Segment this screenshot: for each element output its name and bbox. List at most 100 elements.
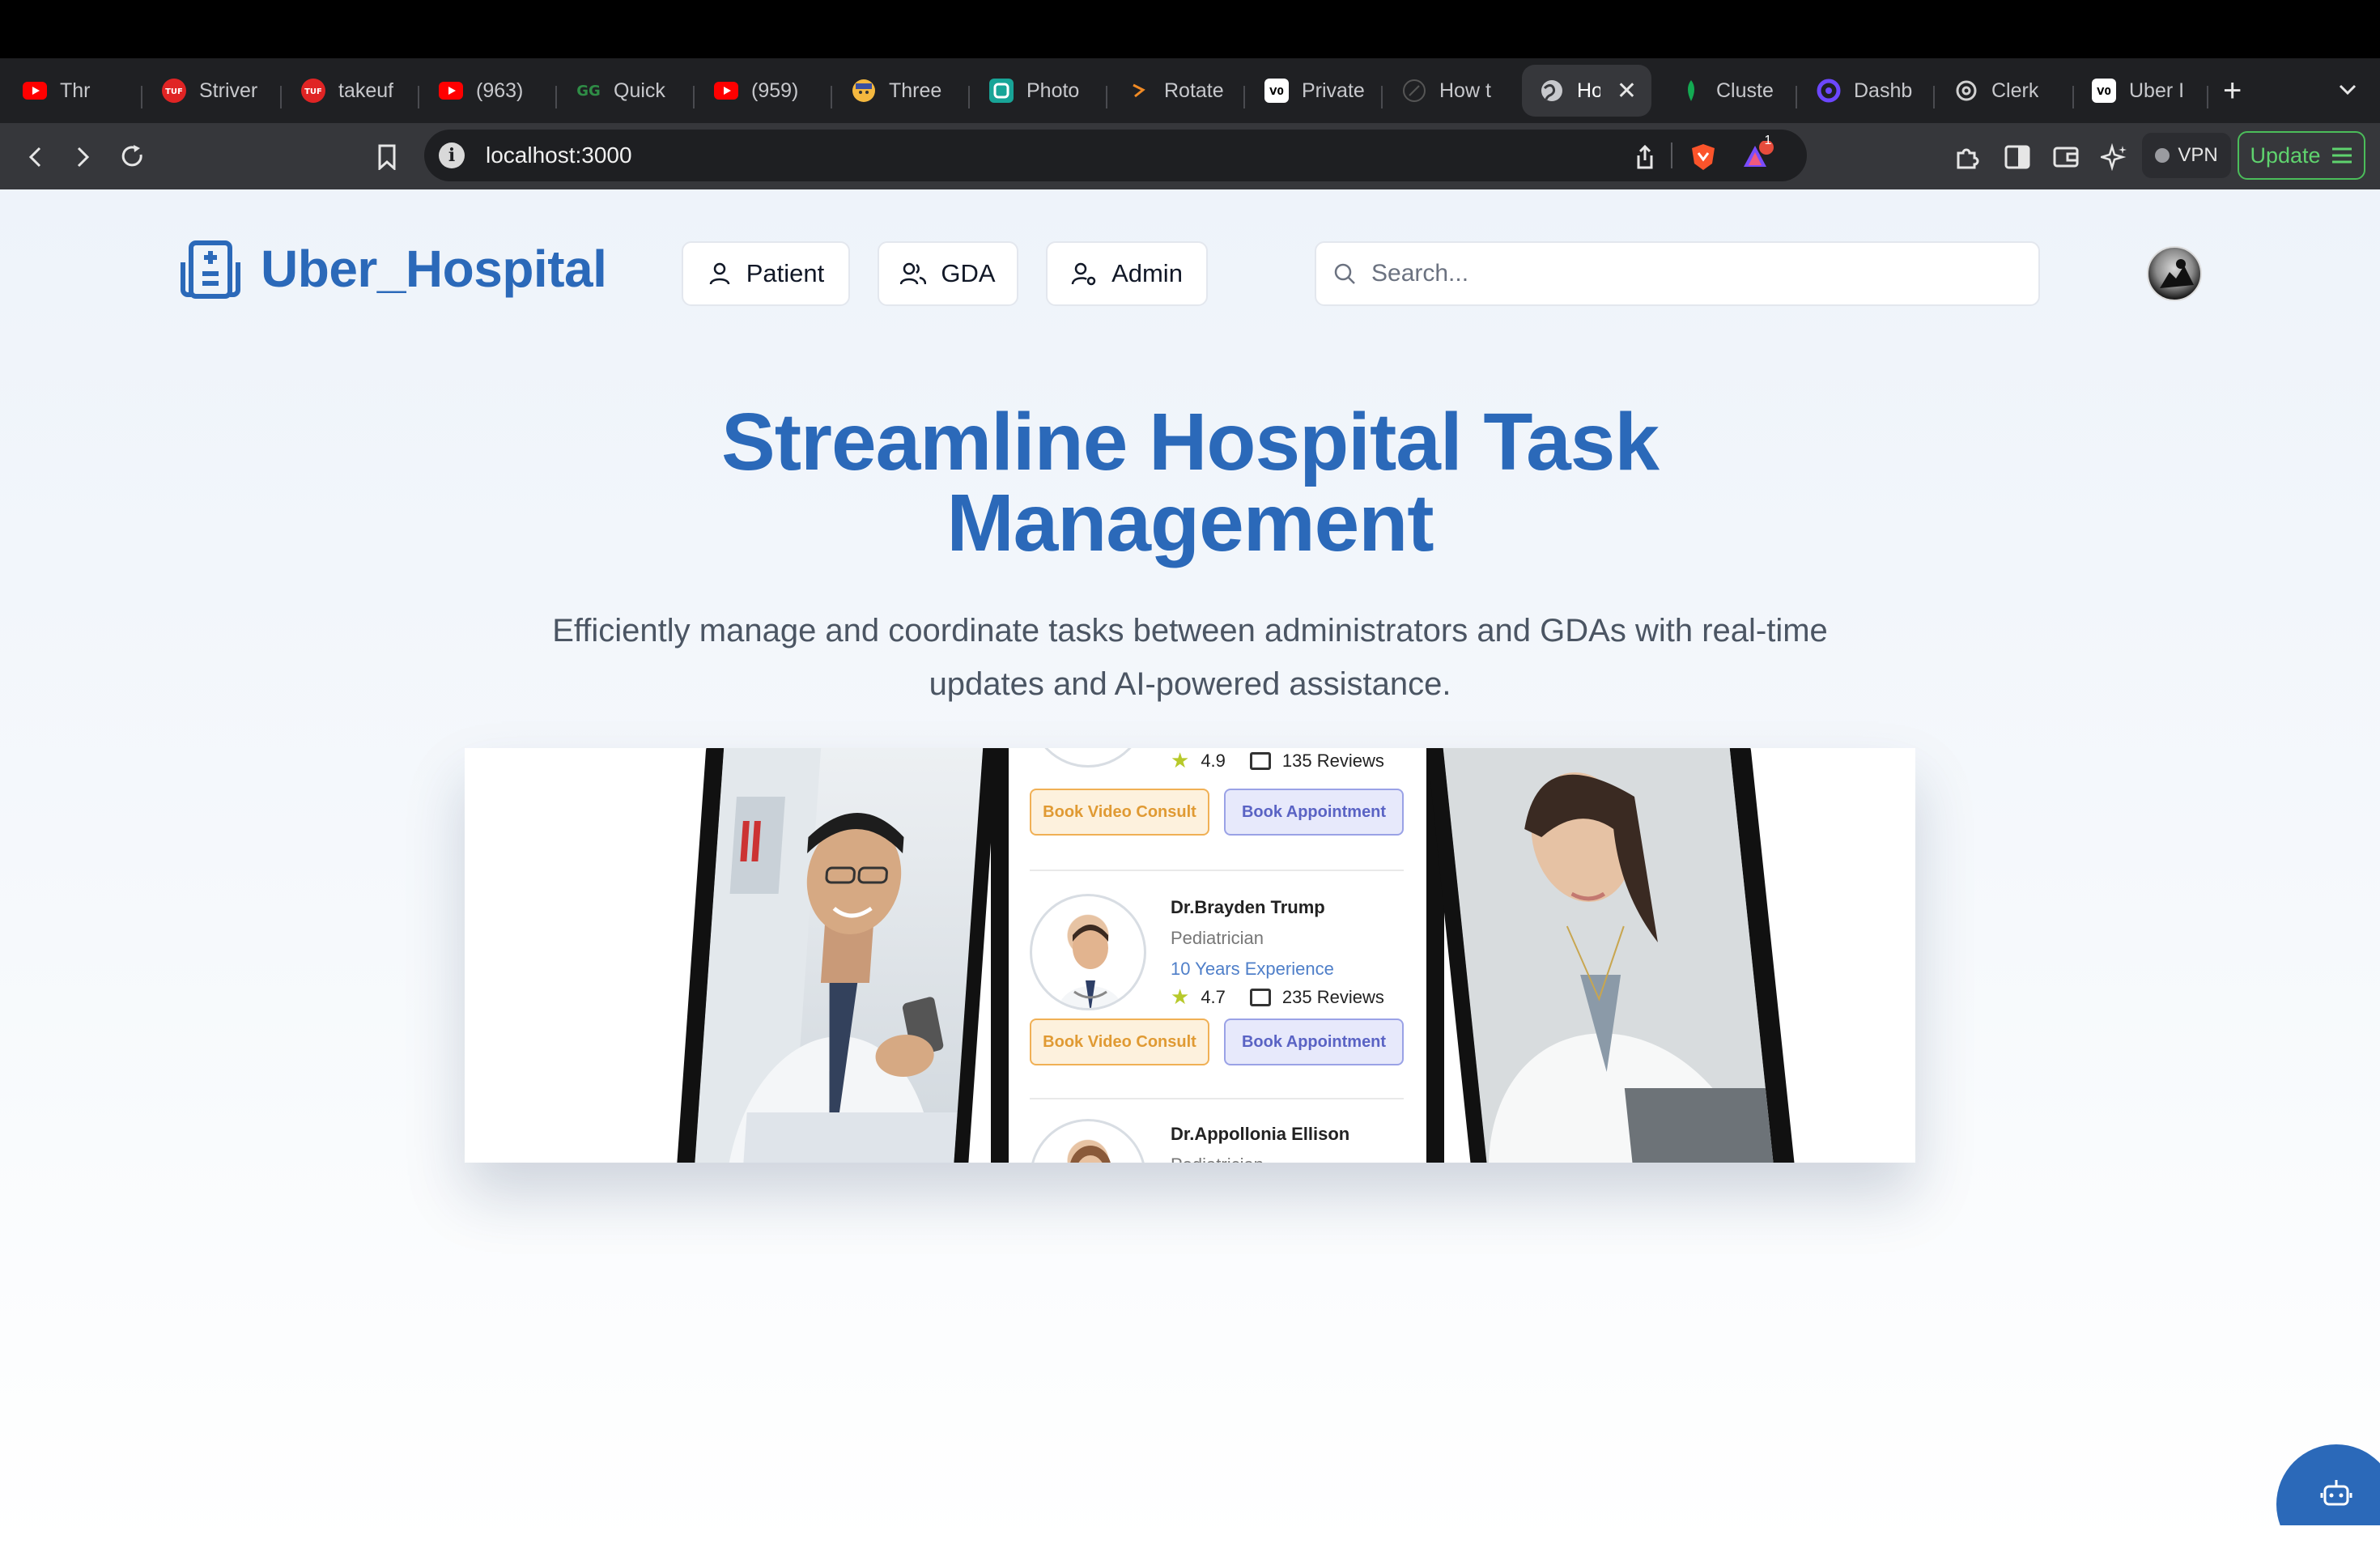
extensions-icon[interactable] [1951, 139, 1987, 175]
browser-tab[interactable]: Photo [989, 65, 1094, 117]
browser-tab[interactable]: Three [852, 65, 949, 117]
rating-row: ★ 4.9 135 Reviews [1171, 748, 1384, 773]
hero-title-line-1: Streamline Hospital Task [721, 397, 1660, 487]
doctor-photo [693, 748, 984, 1163]
rating-row: ★ 4.7 235 Reviews [1171, 985, 1384, 1010]
browser-tab[interactable]: GG Quick [576, 65, 682, 117]
mongodb-icon [1679, 79, 1703, 103]
url-text[interactable]: localhost:3000 [486, 139, 632, 172]
avatar-image [2160, 259, 2194, 288]
ai-assistant-button[interactable] [2276, 1444, 2380, 1548]
new-tab-icon[interactable]: + [2223, 66, 2242, 115]
book-video-consult-button: Book Video Consult [1030, 1019, 1209, 1065]
tab-separator [1933, 86, 1935, 108]
tab-separator [1243, 86, 1245, 108]
svg-text:V0: V0 [1269, 86, 1284, 97]
hero-title-line-2: Management [946, 478, 1434, 568]
tab-separator [1796, 86, 1797, 108]
os-menu-bar [0, 0, 2380, 58]
reviews-count: 135 Reviews [1281, 750, 1384, 771]
doctor-photo [1441, 748, 1776, 1163]
tab-separator [280, 86, 282, 108]
page-viewport: Uber_Hospital Patient GDA Admin Streamli… [0, 189, 2380, 1548]
nav-gda-button[interactable]: GDA [878, 241, 1018, 306]
user-icon [709, 262, 729, 285]
browser-tab[interactable]: (963) [439, 65, 544, 117]
hero-subtitle-line-2: updates and AI-powered assistance. [929, 666, 1451, 702]
center-phone-mockup: ★ 4.9 135 Reviews Book Video Consult Boo… [991, 748, 1444, 1163]
rating-value: 4.9 [1201, 750, 1226, 771]
leo-ai-icon[interactable] [2097, 139, 2132, 175]
user-avatar[interactable] [2147, 246, 2202, 301]
book-appointment-button: Book Appointment [1224, 1019, 1404, 1065]
nav-admin-button[interactable]: Admin [1046, 241, 1208, 306]
search-bar[interactable] [1315, 241, 2040, 306]
reviews-icon [1249, 988, 1271, 1006]
vercel-icon: V0 [2092, 79, 2116, 103]
tab-separator [693, 86, 695, 108]
doctor-specialty: Pediatrician [1171, 1155, 1264, 1163]
photopea-icon [989, 79, 1014, 103]
browser-tab[interactable]: Dashb [1817, 65, 1922, 117]
reload-icon[interactable] [115, 139, 151, 175]
tuf-icon: TUF [162, 79, 186, 103]
youtube-icon [714, 79, 738, 103]
svg-text:V0: V0 [2097, 86, 2111, 97]
tab-separator [831, 86, 832, 108]
tab-separator [418, 86, 419, 108]
reviews-icon [1249, 751, 1271, 770]
notification-badge: 1 [1764, 134, 1772, 147]
openai-icon [1954, 79, 1978, 103]
tab-separator [141, 86, 142, 108]
hospital-icon [181, 240, 240, 299]
svg-text:GG: GG [576, 83, 601, 99]
site-info-icon[interactable]: i [439, 142, 465, 168]
search-input[interactable] [1371, 260, 2019, 287]
tuf-icon: TUF [301, 79, 325, 103]
list-divider [1030, 1098, 1404, 1099]
sidebar-toggle-icon[interactable] [2000, 139, 2035, 175]
tab-separator [2072, 86, 2074, 108]
user-cog-icon [1071, 262, 1096, 286]
browser-tab[interactable]: Thr [23, 65, 128, 117]
bot-icon [2276, 1444, 2380, 1548]
brand-name: Uber_Hospital [261, 240, 607, 298]
browser-tab[interactable]: V0 Uber I [2092, 65, 2197, 117]
wallet-icon[interactable] [2048, 139, 2084, 175]
chevron-down-icon[interactable] [2338, 79, 2357, 99]
hero-image: ★ 4.9 135 Reviews Book Video Consult Boo… [465, 748, 1915, 1163]
browser-tab[interactable]: Rotate [1127, 65, 1232, 117]
brand-logo[interactable]: Uber_Hospital [180, 238, 607, 300]
menu-icon [2331, 147, 2352, 164]
tab-strip: Thr TUF Striver TUF takeuf (963) GG Quic… [0, 58, 2380, 123]
doctor-name: Dr.Appollonia Ellison [1171, 1124, 1350, 1144]
youtube-icon [439, 79, 463, 103]
book-video-consult-button: Book Video Consult [1030, 789, 1209, 836]
forward-icon[interactable] [65, 139, 100, 175]
vpn-button[interactable]: VPN [2142, 133, 2231, 178]
users-icon [900, 262, 927, 285]
emoji-icon [852, 79, 876, 103]
share-icon[interactable] [1627, 139, 1663, 175]
close-tab-icon[interactable]: ✕ [1617, 77, 1637, 105]
doctor-avatar [1030, 748, 1146, 768]
bookmark-icon[interactable] [369, 139, 405, 175]
globe-icon [1540, 79, 1564, 103]
browser-tab[interactable]: V0 Private [1264, 65, 1370, 117]
doctor-avatar [1030, 894, 1146, 1010]
right-phone-mockup [1425, 748, 1797, 1163]
brave-shields-icon[interactable] [1685, 139, 1721, 175]
nav-patient-button[interactable]: Patient [682, 241, 850, 306]
list-divider [1030, 870, 1404, 871]
browser-tab[interactable]: Cluste [1679, 65, 1784, 117]
update-button[interactable]: Update [2238, 131, 2365, 180]
browser-tab[interactable]: Clerk [1954, 65, 2053, 117]
browser-tab[interactable]: TUF Striver [162, 65, 275, 117]
browser-tab[interactable]: How t [1402, 65, 1507, 117]
back-icon[interactable] [18, 139, 53, 175]
browser-tab-active[interactable]: Ho ✕ [1522, 65, 1651, 117]
doctor-experience: 10 Years Experience [1171, 959, 1334, 979]
browser-tab[interactable]: TUF takeuf [301, 65, 408, 117]
search-icon [1334, 263, 1355, 284]
browser-tab[interactable]: (959) [714, 65, 819, 117]
